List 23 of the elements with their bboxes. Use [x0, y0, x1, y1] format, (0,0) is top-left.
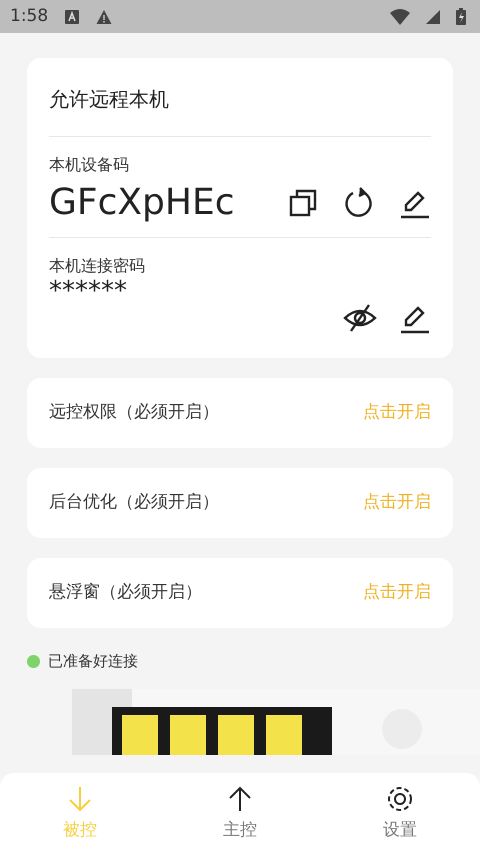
- password-value: ******: [49, 278, 127, 304]
- nav-tab[interactable]: 被控: [40, 784, 120, 844]
- battery-icon: [456, 8, 466, 25]
- warning-icon: [96, 8, 112, 24]
- keyboard-icon: [64, 8, 80, 24]
- status-time: 1:58: [10, 4, 48, 28]
- enable-link[interactable]: 点击开启: [363, 490, 431, 516]
- enable-link[interactable]: 点击开启: [363, 400, 431, 426]
- permission-label: 后台优化（必须开启）: [49, 491, 219, 514]
- enable-link[interactable]: 点击开启: [363, 580, 431, 606]
- permission-label: 远控权限（必须开启）: [49, 401, 219, 424]
- password-label: 本机连接密码: [49, 255, 146, 277]
- signal-icon: [426, 10, 440, 24]
- card-title: 允许远程本机: [49, 58, 431, 137]
- copy-icon[interactable]: [287, 187, 319, 219]
- nav-tab[interactable]: 设置: [360, 784, 440, 844]
- permission-label: 悬浮窗（必须开启）: [49, 581, 202, 604]
- connection-status: 已准备好连接: [48, 651, 138, 672]
- nav-tab[interactable]: 主控: [200, 784, 280, 844]
- device-code-label: 本机设备码: [49, 154, 130, 176]
- eye-off-icon[interactable]: [343, 302, 375, 334]
- device-code: GFcXpHEc: [49, 185, 235, 221]
- wifi-icon: [390, 8, 410, 24]
